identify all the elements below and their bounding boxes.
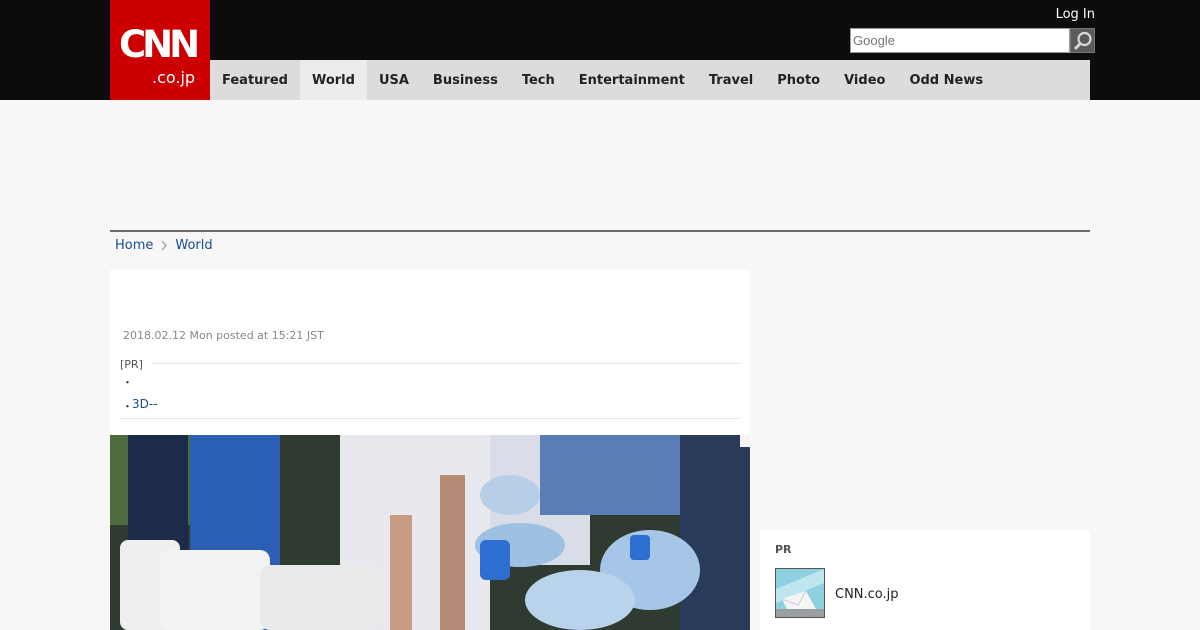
nav-item-photo[interactable]: Photo (765, 60, 832, 100)
article-photo-image (110, 435, 750, 630)
nav-item-entertainment[interactable]: Entertainment (567, 60, 697, 100)
breadcrumb-world-link[interactable]: World (175, 238, 212, 253)
search-input[interactable] (850, 28, 1070, 53)
main-nav: Featured World USA Business Tech Enterta… (210, 60, 1090, 100)
breadcrumb: Home World (115, 238, 213, 253)
nav-item-video[interactable]: Video (832, 60, 897, 100)
nav-item-featured[interactable]: Featured (210, 60, 300, 100)
nav-item-label: Entertainment (578, 72, 685, 88)
nav-item-label: USA (378, 72, 409, 88)
logo-main-text: CNN (119, 23, 200, 66)
nav-item-label: Travel (708, 72, 754, 88)
nav-item-tech[interactable]: Tech (510, 60, 567, 100)
pr-label: [PR] (120, 358, 143, 371)
logo-sub-text: .co.jp (152, 68, 196, 87)
nav-item-label: Featured (222, 72, 288, 88)
nav-item-business[interactable]: Business (421, 60, 510, 100)
envelope-thumbnail-icon[interactable] (775, 568, 825, 618)
nav-item-label: Odd News (909, 72, 984, 88)
search-icon (1073, 31, 1092, 50)
login-link[interactable]: Log In (1056, 7, 1095, 22)
section-divider (110, 230, 1090, 232)
nav-item-odd-news[interactable]: Odd News (897, 60, 995, 100)
breadcrumb-home-link[interactable]: Home (115, 238, 153, 253)
cnn-logo[interactable]: CNN .co.jp (110, 0, 210, 100)
article-photo (110, 435, 750, 630)
nav-item-label: Business (432, 72, 498, 88)
nav-item-label: Video (844, 72, 886, 88)
list-bullet: ・ (122, 376, 133, 389)
article-dateline: 2018.02.12 Mon posted at 15:21 JST (123, 329, 324, 342)
top-header: CNN .co.jp Log In Featured World USA Bus… (0, 0, 1200, 100)
pr-link[interactable]: 3D-- (132, 397, 158, 411)
sidebar-pr-box: PR CNN.co.jp (760, 530, 1090, 630)
nav-item-label: Photo (777, 72, 821, 88)
sidebar-pr-link[interactable]: CNN.co.jp (835, 587, 899, 602)
nav-item-label: Tech (521, 72, 555, 88)
nav-item-label: World (311, 72, 355, 88)
nav-item-world[interactable]: World (299, 60, 367, 100)
search-button[interactable] (1070, 28, 1095, 53)
chevron-right-icon (161, 240, 168, 251)
nav-item-usa[interactable]: USA (367, 60, 421, 100)
article-card: 2018.02.12 Mon posted at 15:21 JST [PR] … (110, 270, 750, 630)
nav-item-travel[interactable]: Travel (697, 60, 765, 100)
sidebar-pr-title: PR (775, 543, 792, 556)
divider (120, 418, 740, 419)
divider (152, 363, 740, 364)
